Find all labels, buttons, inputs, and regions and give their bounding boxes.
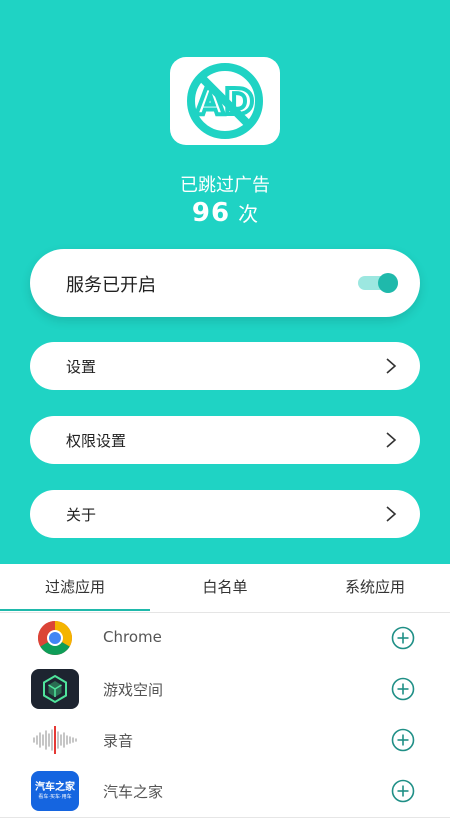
menu-item-permissions[interactable]: 权限设置 bbox=[30, 416, 420, 464]
tab-system-apps[interactable]: 系统应用 bbox=[300, 564, 450, 612]
tab-whitelist[interactable]: 白名单 bbox=[150, 564, 300, 612]
menu-item-label: 关于 bbox=[66, 506, 97, 524]
app-name: Chrome bbox=[103, 628, 162, 646]
header-background: AD 已跳过广告 96 次 服务已开启 设置 权限设置 关于 bbox=[0, 0, 450, 564]
app-list-item: Chrome bbox=[0, 613, 450, 665]
app-list-item: 游戏空间 bbox=[0, 664, 450, 716]
app-name: 游戏空间 bbox=[103, 681, 164, 699]
autohome-icon-subtext: 看车·买车·用车 bbox=[38, 793, 72, 800]
service-status-label: 服务已开启 bbox=[66, 275, 156, 296]
add-circle-icon[interactable] bbox=[391, 779, 415, 803]
skipped-ads-count: 96 次 bbox=[0, 198, 450, 228]
menu-item-about[interactable]: 关于 bbox=[30, 490, 420, 538]
skipped-count-number: 96 bbox=[191, 198, 231, 228]
skipped-count-unit: 次 bbox=[238, 202, 259, 226]
sound-wave-icon bbox=[31, 720, 79, 760]
app-filter-tabs: 过滤应用 白名单 系统应用 bbox=[0, 564, 450, 613]
app-list-item: 录音 bbox=[0, 715, 450, 767]
app-name: 汽车之家 bbox=[103, 783, 164, 801]
add-circle-icon[interactable] bbox=[391, 728, 415, 752]
game-space-icon bbox=[31, 669, 79, 709]
chevron-right-icon bbox=[386, 358, 397, 374]
chevron-right-icon bbox=[386, 506, 397, 522]
chevron-right-icon bbox=[386, 432, 397, 448]
toggle-thumb bbox=[378, 273, 398, 293]
menu-item-label: 权限设置 bbox=[66, 432, 127, 450]
menu-item-settings[interactable]: 设置 bbox=[30, 342, 420, 390]
ad-block-icon: AD bbox=[187, 63, 263, 139]
menu-item-label: 设置 bbox=[66, 358, 97, 376]
service-toggle[interactable] bbox=[358, 273, 398, 293]
active-tab-indicator bbox=[0, 609, 150, 611]
app-list-item: 汽车之家 看车·买车·用车 汽车之家 bbox=[0, 766, 450, 818]
autohome-icon-text: 汽车之家 bbox=[35, 781, 75, 793]
add-circle-icon[interactable] bbox=[391, 677, 415, 701]
tab-filter-apps[interactable]: 过滤应用 bbox=[0, 564, 150, 612]
app-name: 录音 bbox=[103, 732, 134, 750]
service-status-card: 服务已开启 bbox=[30, 249, 420, 317]
app-logo: AD bbox=[170, 57, 280, 145]
skipped-ads-label: 已跳过广告 bbox=[180, 175, 270, 196]
chrome-icon bbox=[31, 618, 79, 658]
add-circle-icon[interactable] bbox=[391, 626, 415, 650]
autohome-icon: 汽车之家 看车·买车·用车 bbox=[31, 771, 79, 811]
